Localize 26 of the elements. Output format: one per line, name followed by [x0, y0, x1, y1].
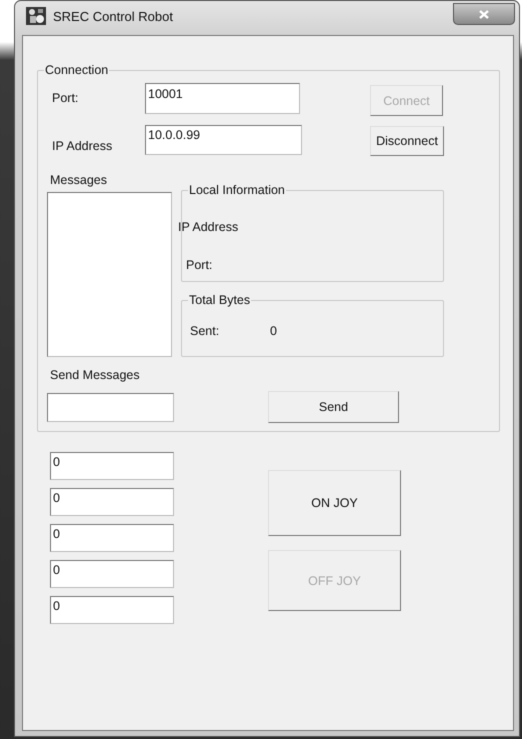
value-field[interactable]: 0	[50, 452, 174, 480]
value-field[interactable]: 0	[50, 488, 174, 516]
disconnect-button[interactable]: Disconnect	[370, 126, 444, 156]
value-field[interactable]: 0	[50, 524, 174, 552]
ip-address-label: IP Address	[52, 138, 114, 154]
on-joy-button[interactable]: ON JOY	[268, 470, 401, 536]
send-message-field[interactable]	[47, 393, 174, 422]
close-icon	[479, 10, 489, 18]
close-button[interactable]	[453, 3, 515, 25]
value-field[interactable]: 0	[50, 596, 174, 624]
sent-label: Sent:	[190, 324, 220, 339]
sent-value: 0	[270, 324, 277, 339]
send-button[interactable]: Send	[268, 391, 399, 423]
group-label: Local Information	[188, 183, 286, 198]
group-label: Total Bytes	[188, 293, 252, 308]
ip-address-field[interactable]: 10.0.0.99	[145, 125, 302, 155]
value-field[interactable]: 0	[50, 560, 174, 588]
info-label: IP Address	[178, 220, 238, 235]
info-label: Port:	[186, 258, 212, 273]
group-label: Connection	[44, 63, 110, 78]
window-title: SREC Control Robot	[53, 8, 173, 24]
messages-label: Messages	[49, 173, 108, 188]
port-field[interactable]: 10001	[145, 83, 300, 114]
app-icon	[26, 7, 46, 25]
port-label: Port:	[52, 90, 80, 106]
send-messages-label: Send Messages	[50, 368, 141, 383]
